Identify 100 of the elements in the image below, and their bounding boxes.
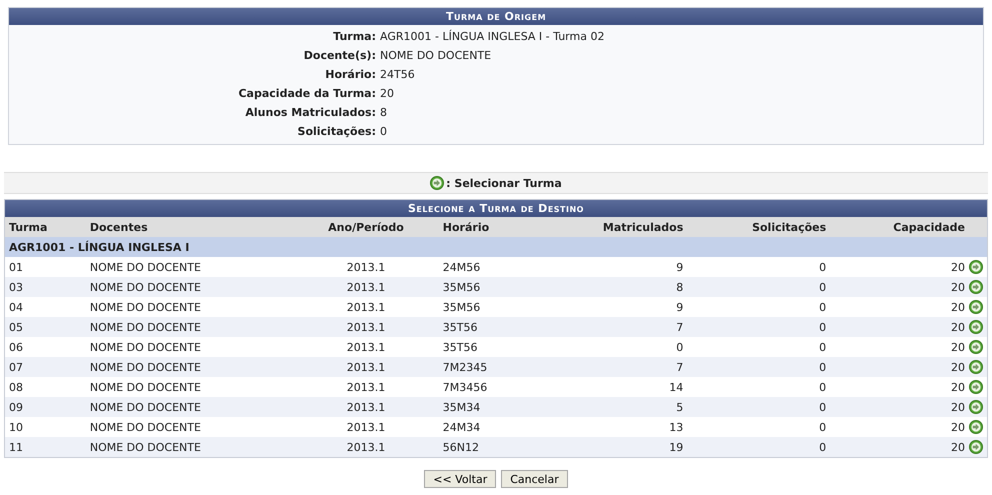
- table-cell: 0: [687, 317, 830, 337]
- table-cell: 0: [687, 417, 830, 437]
- table-cell: 03: [5, 277, 86, 297]
- arrow-right-icon[interactable]: [969, 400, 983, 414]
- column-header: Matriculados: [533, 217, 688, 237]
- table-cell: 35M34: [438, 397, 534, 417]
- field-value: 20: [380, 86, 395, 102]
- table-cell: 20: [830, 357, 969, 377]
- table-cell: 0: [687, 337, 830, 357]
- table-cell: 9: [533, 257, 688, 277]
- arrow-right-icon[interactable]: [969, 260, 983, 274]
- field-label: Alunos Matriculados:: [244, 105, 376, 121]
- table-cell: NOME DO DOCENTE: [86, 357, 294, 377]
- table-cell: 0: [687, 377, 830, 397]
- field-value: 8: [380, 105, 388, 121]
- table-cell: NOME DO DOCENTE: [86, 397, 294, 417]
- table-cell: 06: [5, 337, 86, 357]
- column-header: Turma: [5, 217, 86, 237]
- table-cell: NOME DO DOCENTE: [86, 377, 294, 397]
- table-cell: NOME DO DOCENTE: [86, 417, 294, 437]
- table-cell: 0: [687, 297, 830, 317]
- column-header: Ano/Período: [293, 217, 439, 237]
- table-cell: NOME DO DOCENTE: [86, 437, 294, 457]
- table-cell: 35T56: [438, 337, 534, 357]
- table-cell: 0: [687, 397, 830, 417]
- table-cell: 5: [533, 397, 688, 417]
- field-label: Solicitações:: [296, 124, 376, 140]
- table-cell: 11: [5, 437, 86, 457]
- table-cell: 10: [5, 417, 86, 437]
- column-header: Capacidade: [830, 217, 969, 237]
- table-cell: 09: [5, 397, 86, 417]
- table-cell: 20: [830, 377, 969, 397]
- table-cell: 20: [830, 337, 969, 357]
- table-cell: 20: [830, 277, 969, 297]
- table-cell: 56N12: [438, 437, 534, 457]
- table-cell: 2013.1: [293, 257, 439, 277]
- table-cell: 24M56: [438, 257, 534, 277]
- table-cell: 2013.1: [293, 437, 439, 457]
- group-row: AGR1001 - LÍNGUA INGLESA I: [5, 237, 987, 257]
- table-cell: 19: [533, 437, 688, 457]
- field-value: AGR1001 - LÍNGUA INGLESA I - Turma 02: [380, 28, 606, 45]
- table-cell: 9: [533, 297, 688, 317]
- field-label: Horário:: [324, 67, 376, 83]
- table-cell: 20: [830, 297, 969, 317]
- field-label: Turma:: [332, 29, 376, 45]
- field-value: NOME DO DOCENTE: [380, 48, 492, 64]
- table-cell: 8: [533, 277, 688, 297]
- section-header: Turma de Origem: [9, 8, 983, 25]
- column-header: Docentes: [86, 217, 294, 237]
- form-button[interactable]: Cancelar: [501, 470, 568, 488]
- arrow-right-icon[interactable]: [969, 380, 983, 394]
- arrow-right-icon[interactable]: [969, 340, 983, 354]
- column-header: Horário: [438, 217, 534, 237]
- arrow-right-icon[interactable]: [969, 440, 983, 454]
- arrow-right-icon[interactable]: [969, 300, 983, 314]
- table-cell: 08: [5, 377, 86, 397]
- field-value: 24T56: [380, 67, 416, 83]
- table-cell: 20: [830, 317, 969, 337]
- field-label: Capacidade da Turma:: [237, 86, 376, 102]
- table-cell: 20: [830, 397, 969, 417]
- table-cell: 2013.1: [293, 417, 439, 437]
- column-header: Solicitações: [687, 217, 830, 237]
- table-cell: 35M56: [438, 277, 534, 297]
- table-cell: 0: [533, 337, 688, 357]
- form-button[interactable]: << Voltar: [424, 470, 496, 488]
- table-cell: 2013.1: [293, 377, 439, 397]
- table-cell: NOME DO DOCENTE: [86, 277, 294, 297]
- field-value: 0: [380, 124, 388, 140]
- table-cell: 2013.1: [293, 297, 439, 317]
- table-cell: 20: [830, 437, 969, 457]
- arrow-right-icon[interactable]: [969, 280, 983, 294]
- table-cell: 2013.1: [293, 317, 439, 337]
- table-cell: 7: [533, 317, 688, 337]
- table-cell: 24M34: [438, 417, 534, 437]
- table-cell: 13: [533, 417, 688, 437]
- table-cell: 2013.1: [293, 397, 439, 417]
- table-cell: 2013.1: [293, 337, 439, 357]
- arrow-right-icon[interactable]: [430, 176, 444, 190]
- table-cell: 01: [5, 257, 86, 277]
- table-cell: 04: [5, 297, 86, 317]
- table-cell: 20: [830, 257, 969, 277]
- arrow-right-icon[interactable]: [969, 360, 983, 374]
- table-cell: 7M3456: [438, 377, 534, 397]
- table-cell: 2013.1: [293, 277, 439, 297]
- table-cell: 0: [687, 277, 830, 297]
- legend-text: : Selecionar Turma: [446, 176, 562, 190]
- table-cell: 0: [687, 357, 830, 377]
- table-cell: NOME DO DOCENTE: [86, 297, 294, 317]
- table-header: Selecione a Turma de Destino: [5, 200, 987, 217]
- table-cell: 07: [5, 357, 86, 377]
- table-cell: 7M2345: [438, 357, 534, 377]
- table-cell: 7: [533, 357, 688, 377]
- table-cell: 2013.1: [293, 357, 439, 377]
- arrow-right-icon[interactable]: [969, 320, 983, 334]
- table-cell: 0: [687, 257, 830, 277]
- table-cell: NOME DO DOCENTE: [86, 337, 294, 357]
- table-cell: 35T56: [438, 317, 534, 337]
- table-cell: 35M56: [438, 297, 534, 317]
- arrow-right-icon[interactable]: [969, 420, 983, 434]
- table-cell: 0: [687, 437, 830, 457]
